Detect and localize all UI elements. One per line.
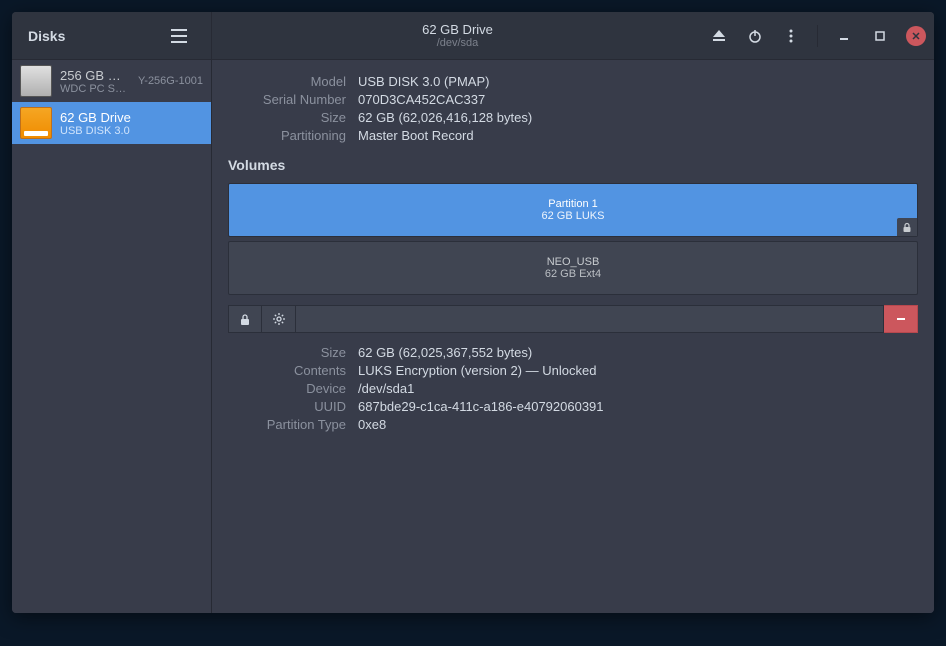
drive-sub: USB DISK 3.0 [60,125,203,137]
lock-icon [897,218,917,236]
gear-button[interactable] [262,305,296,333]
close-icon[interactable] [906,26,926,46]
app-title: Disks [28,28,65,44]
toolbar-spacer [296,305,884,333]
volume-partition1[interactable]: Partition 1 62 GB LUKS [228,183,918,237]
eject-icon[interactable] [703,20,735,52]
minimize-icon[interactable] [828,20,860,52]
volume-name: Partition 1 [237,198,909,210]
usb-drive-icon [20,107,52,139]
volume-sub: 62 GB Ext4 [237,268,909,280]
model-value: USB DISK 3.0 (PMAP) [358,74,918,89]
kebab-menu-icon[interactable] [775,20,807,52]
vol-uuid-label: UUID [228,399,346,414]
hamburger-menu-icon[interactable] [163,20,195,52]
titlebar-left: Disks [12,12,212,59]
sidebar-item-usb[interactable]: 62 GB Drive USB DISK 3.0 [12,102,211,144]
volumes-title: Volumes [212,143,934,183]
partitioning-label: Partitioning [228,128,346,143]
drive-details: Model USB DISK 3.0 (PMAP) Serial Number … [212,74,934,143]
lock-button[interactable] [228,305,262,333]
power-icon[interactable] [739,20,771,52]
volumes-box: Partition 1 62 GB LUKS NEO_USB 62 GB Ext… [228,183,918,295]
app-window: Disks 62 GB Drive /dev/sda [12,12,934,613]
drive-name: 62 GB Drive [60,110,203,125]
vol-ptype-value: 0xe8 [358,417,918,432]
drive-name: 256 GB Disk [60,68,130,83]
maximize-icon[interactable] [864,20,896,52]
main-panel: Model USB DISK 3.0 (PMAP) Serial Number … [212,60,934,613]
sidebar-item-disk[interactable]: 256 GB Disk WDC PC SN7... Y-256G-1001 [12,60,211,102]
titlebar-right [703,20,934,52]
body: 256 GB Disk WDC PC SN7... Y-256G-1001 62… [12,60,934,613]
titlebar-center: 62 GB Drive /dev/sda [212,22,703,49]
size-label: Size [228,110,346,125]
vol-size-label: Size [228,345,346,360]
drive-title: 62 GB Drive [422,22,493,37]
vol-contents-value: LUKS Encryption (version 2) — Unlocked [358,363,918,378]
titlebar: Disks 62 GB Drive /dev/sda [12,12,934,60]
vol-uuid-value: 687bde29-c1ca-411c-a186-e40792060391 [358,399,918,414]
hdd-icon [20,65,52,97]
vol-device-value: /dev/sda1 [358,381,918,396]
volume-name: NEO_USB [237,256,909,268]
volume-details: Size 62 GB (62,025,367,552 bytes) Conten… [212,345,934,432]
volume-toolbar [228,305,918,333]
volume-neo-usb[interactable]: NEO_USB 62 GB Ext4 [228,241,918,295]
serial-label: Serial Number [228,92,346,107]
vol-contents-label: Contents [228,363,346,378]
delete-button[interactable] [884,305,918,333]
separator [817,25,818,47]
sidebar: 256 GB Disk WDC PC SN7... Y-256G-1001 62… [12,60,212,613]
drive-extra: Y-256G-1001 [138,75,203,87]
volume-sub: 62 GB LUKS [237,210,909,222]
serial-value: 070D3CA452CAC337 [358,92,918,107]
drive-sub: WDC PC SN7... [60,83,130,95]
model-label: Model [228,74,346,89]
partitioning-value: Master Boot Record [358,128,918,143]
size-value: 62 GB (62,026,416,128 bytes) [358,110,918,125]
drive-path: /dev/sda [437,37,479,49]
vol-device-label: Device [228,381,346,396]
vol-ptype-label: Partition Type [228,417,346,432]
vol-size-value: 62 GB (62,025,367,552 bytes) [358,345,918,360]
